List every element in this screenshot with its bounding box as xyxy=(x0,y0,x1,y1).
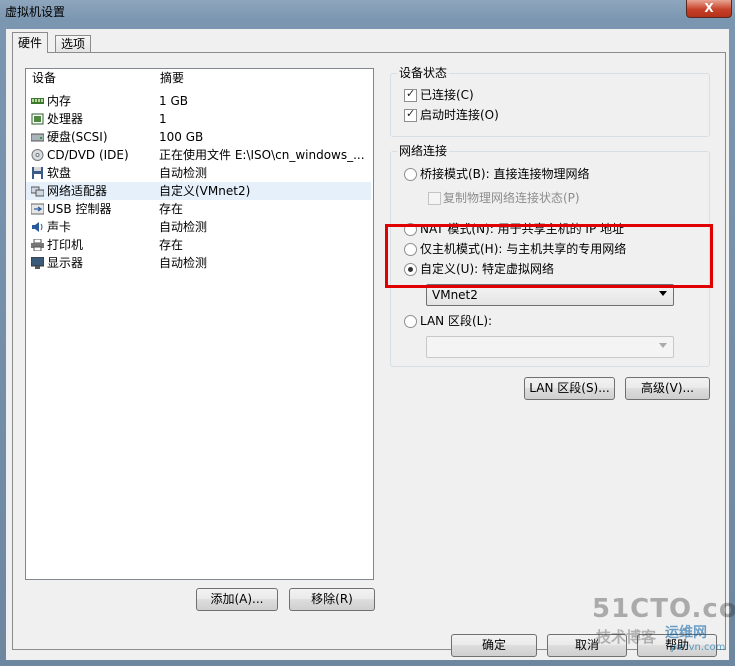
cpu-icon xyxy=(31,113,44,125)
device-name: 显示器 xyxy=(47,256,84,270)
device-name: CD/DVD (IDE) xyxy=(47,148,129,162)
connect-at-power-on-checkbox[interactable] xyxy=(404,107,417,122)
cd-dvd-icon xyxy=(31,149,44,161)
device-name: USB 控制器 xyxy=(47,202,112,216)
device-row-processor[interactable]: 处理器 1 xyxy=(26,110,371,128)
device-name: 软盘 xyxy=(47,166,72,180)
device-row-usb[interactable]: USB 控制器 存在 xyxy=(26,200,371,218)
lan-segment-radio[interactable] xyxy=(404,315,417,328)
device-summary: 自定义(VMnet2) xyxy=(159,184,251,198)
add-button[interactable]: 添加(A)... xyxy=(196,588,278,611)
remove-button[interactable]: 移除(R) xyxy=(289,588,375,611)
lan-segment-label[interactable]: LAN 区段(L): xyxy=(420,314,492,328)
device-column-header[interactable]: 设备 xyxy=(32,69,56,88)
advanced-button[interactable]: 高级(V)... xyxy=(625,377,710,400)
summary-column-header[interactable]: 摘要 xyxy=(160,69,184,88)
device-name: 打印机 xyxy=(47,238,84,252)
tab-hardware[interactable]: 硬件 xyxy=(12,32,49,53)
watermark-url: yunvn.com xyxy=(670,642,726,653)
device-summary: 自动检测 xyxy=(159,166,208,180)
connected-checkbox[interactable] xyxy=(404,87,417,102)
device-summary: 存在 xyxy=(159,238,184,252)
ok-button[interactable]: 确定 xyxy=(451,634,537,657)
device-name: 硬盘(SCSI) xyxy=(47,130,108,144)
watermark-ops-net: 运维网 xyxy=(665,625,707,641)
watermark-51cto: 51CTO.com xyxy=(592,594,735,624)
network-connection-title: 网络连接 xyxy=(397,144,450,158)
device-name: 内存 xyxy=(47,94,72,108)
device-row-network-adapter[interactable]: 网络适配器 自定义(VMnet2) xyxy=(26,182,371,200)
replicate-state-label[interactable]: 复制物理网络连接状态(P) xyxy=(443,191,580,205)
device-summary: 正在使用文件 E:\ISO\cn_windows_... xyxy=(159,148,365,162)
network-adapter-icon xyxy=(31,186,44,197)
close-button[interactable]: X xyxy=(686,0,732,18)
device-row-hard-disk[interactable]: 硬盘(SCSI) 100 GB xyxy=(26,128,371,146)
floppy-icon xyxy=(32,167,43,179)
device-row-printer[interactable]: 打印机 存在 xyxy=(26,236,371,254)
device-status-group: 设备状态 已连接(C) 启动时连接(O) xyxy=(390,66,710,137)
usb-icon xyxy=(31,203,44,215)
watermark-tech-blog: 技术博客 xyxy=(596,628,657,646)
lan-segment-select[interactable] xyxy=(426,336,674,358)
printer-icon xyxy=(31,239,44,251)
connect-at-power-on-label[interactable]: 启动时连接(O) xyxy=(420,108,499,122)
connected-label[interactable]: 已连接(C) xyxy=(420,88,474,102)
title-bar[interactable]: 虚拟机设置 X xyxy=(0,0,735,22)
chevron-down-icon xyxy=(659,291,667,296)
bridged-label[interactable]: 桥接模式(B): 直接连接物理网络 xyxy=(420,167,589,181)
device-list[interactable]: 设备 摘要 内存 1 GB 处理器 1 硬盘(SCSI) 100 GB CD/D… xyxy=(25,68,374,580)
device-summary: 自动检测 xyxy=(159,256,208,270)
chevron-down-icon xyxy=(659,343,667,348)
custom-network-value: VMnet2 xyxy=(432,288,478,302)
hard-disk-icon xyxy=(31,133,44,142)
device-name: 处理器 xyxy=(47,112,84,126)
device-summary: 100 GB xyxy=(159,130,204,144)
device-summary: 1 xyxy=(159,112,167,126)
device-row-sound-card[interactable]: 声卡 自动检测 xyxy=(26,218,371,236)
device-status-title: 设备状态 xyxy=(397,66,450,80)
device-row-display[interactable]: 显示器 自动检测 xyxy=(26,254,371,272)
replicate-state-checkbox[interactable] xyxy=(428,192,441,205)
sound-card-icon xyxy=(32,222,43,232)
device-name: 网络适配器 xyxy=(47,184,108,198)
device-summary: 自动检测 xyxy=(159,220,208,234)
vm-settings-window: 虚拟机设置 X 选项 硬件 设备 摘要 内存 1 GB 处理器 1 硬盘(SCS… xyxy=(0,0,735,666)
device-row-cd-dvd[interactable]: CD/DVD (IDE) 正在使用文件 E:\ISO\cn_windows_..… xyxy=(26,146,371,164)
bridged-radio[interactable] xyxy=(404,168,417,181)
window-title: 虚拟机设置 xyxy=(5,5,66,19)
device-summary: 存在 xyxy=(159,202,184,216)
device-row-memory[interactable]: 内存 1 GB xyxy=(26,92,371,110)
monitor-icon xyxy=(31,257,44,269)
device-name: 声卡 xyxy=(47,220,72,234)
memory-icon xyxy=(31,98,44,104)
lan-segments-button[interactable]: LAN 区段(S)... xyxy=(524,377,615,400)
device-summary: 1 GB xyxy=(159,94,188,108)
device-row-floppy[interactable]: 软盘 自动检测 xyxy=(26,164,371,182)
tab-options[interactable]: 选项 xyxy=(55,35,92,53)
red-highlight-box xyxy=(385,224,713,288)
